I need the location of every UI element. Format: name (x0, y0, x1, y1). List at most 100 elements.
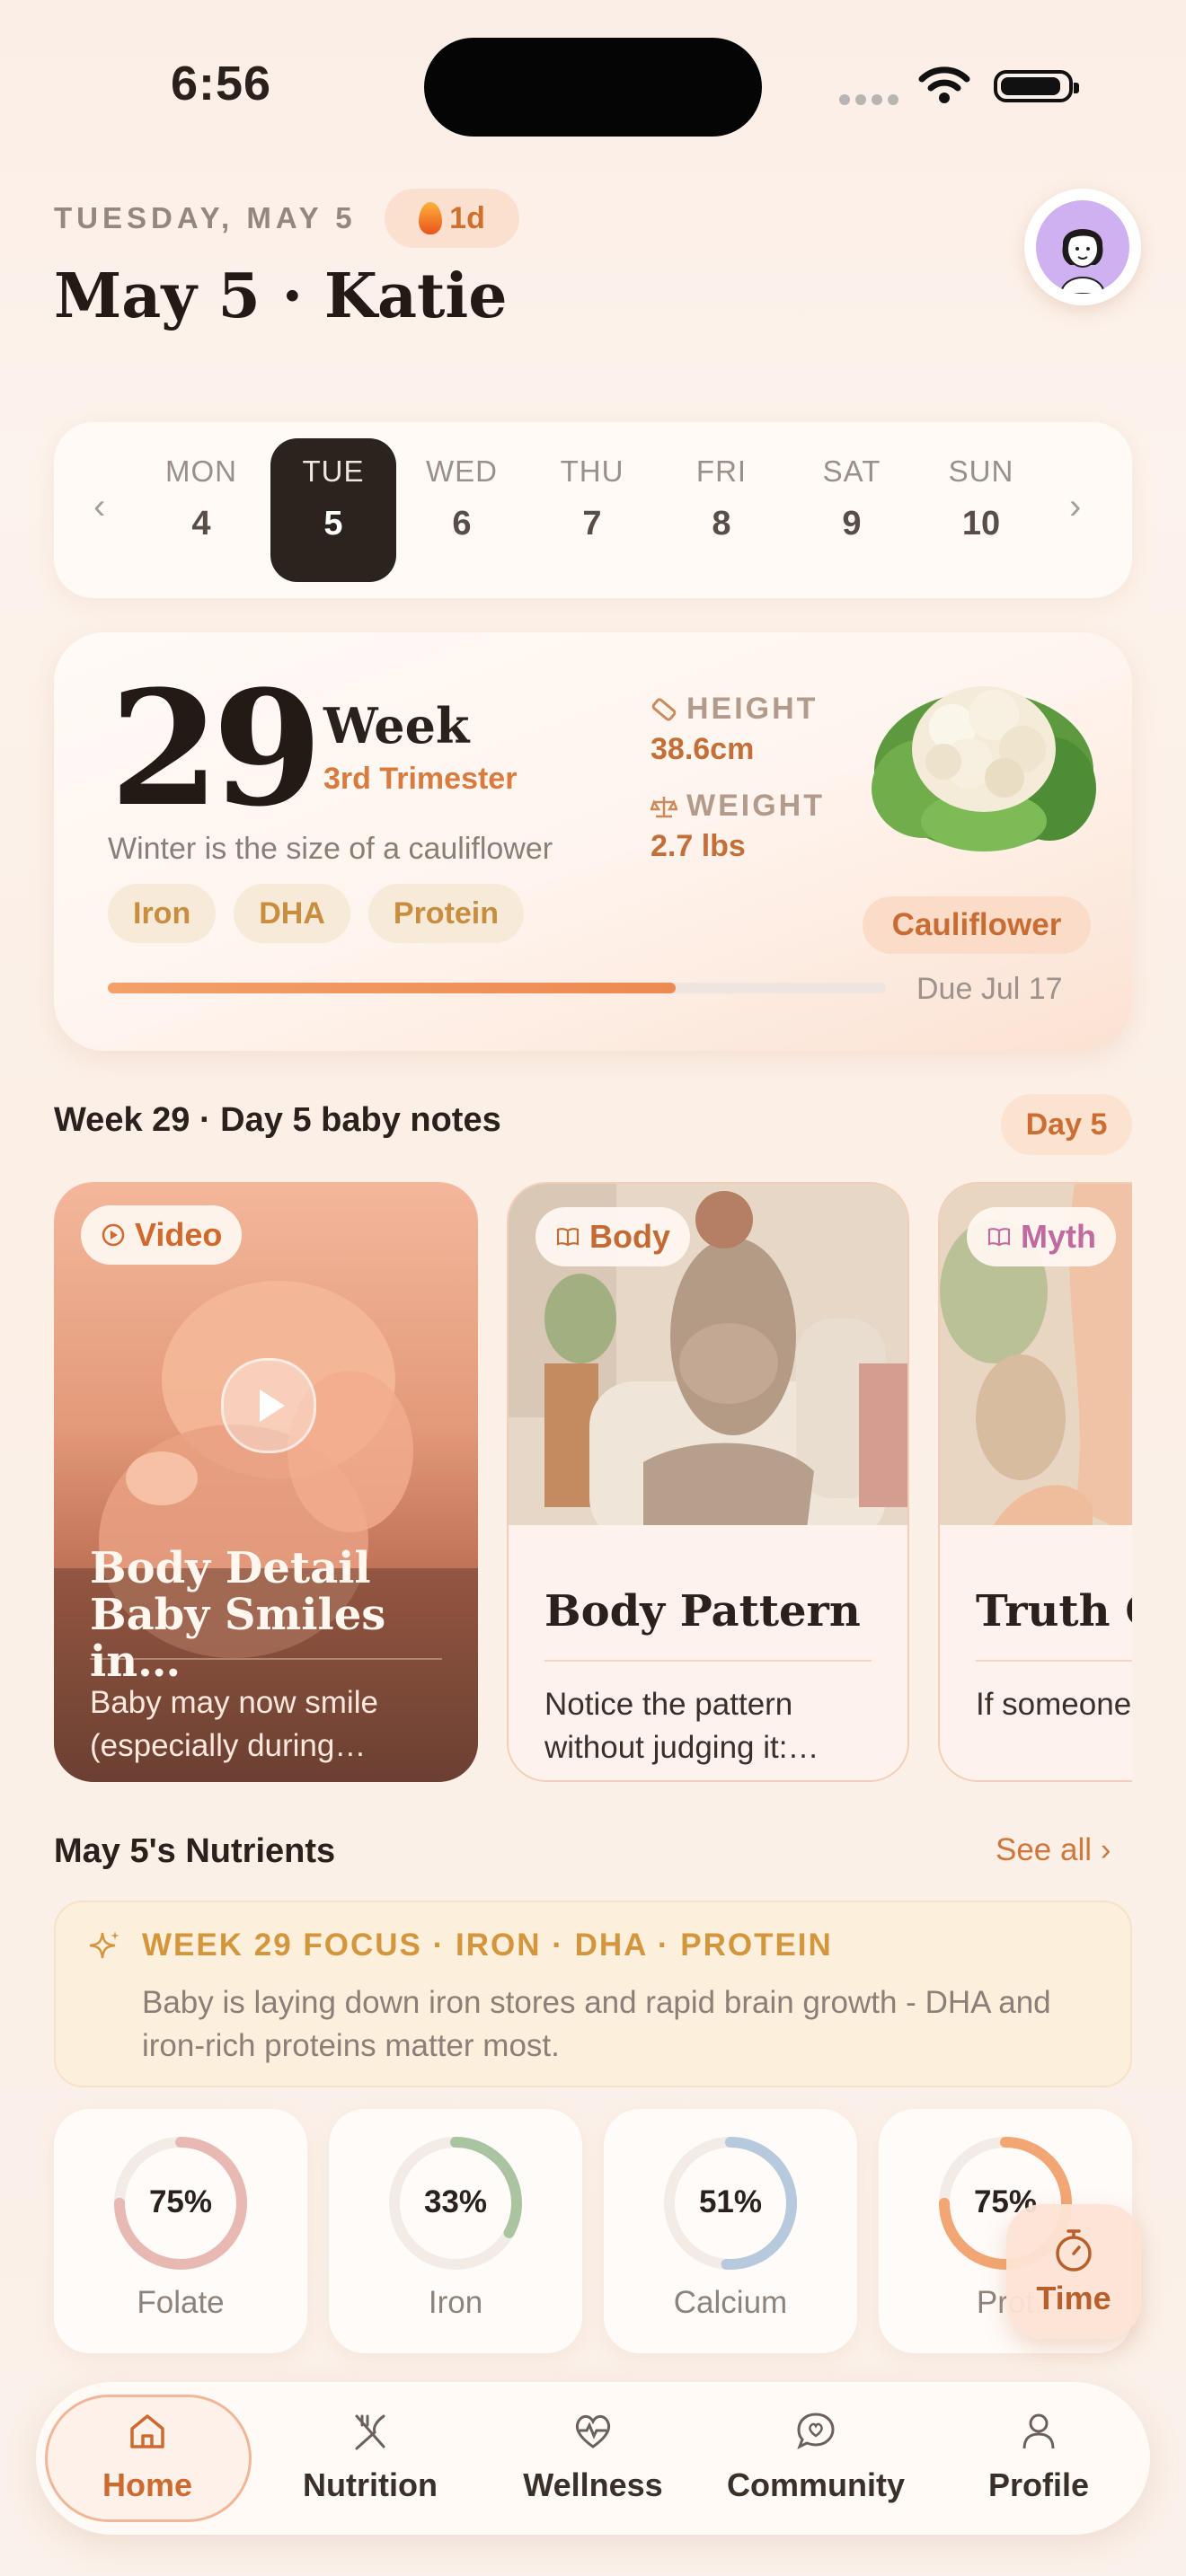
chevron-right-icon[interactable]: › (1069, 487, 1081, 527)
baby-notes-heading: Week 29 · Day 5 baby notes (54, 1101, 501, 1139)
status-time: 6:56 (171, 57, 272, 110)
home-icon (130, 2414, 164, 2448)
date-label: TUESDAY, MAY 5 (54, 201, 357, 234)
day-name: WED (426, 454, 498, 488)
note-title: Body Pattern (544, 1586, 861, 1636)
scale-icon (651, 796, 677, 817)
day-mon[interactable]: MON 4 (147, 454, 255, 543)
day-sun[interactable]: SUN 10 (927, 454, 1035, 543)
note-card-body[interactable]: Body Body Pattern Notice the pattern wit… (507, 1182, 909, 1782)
tag-label: Body (589, 1218, 670, 1255)
day-name: TUE (302, 454, 365, 488)
note-card-video[interactable]: Video Body Detail Baby Smiles in… Baby m… (54, 1182, 478, 1782)
book-icon (987, 1228, 1011, 1247)
tab-community[interactable]: Community (704, 2382, 927, 2535)
streak-badge[interactable]: 1d (385, 189, 519, 248)
day-sat[interactable]: SAT 9 (798, 454, 906, 543)
chevron-left-icon[interactable]: ‹ (93, 487, 105, 527)
day-name: THU (560, 454, 624, 488)
day-number: 4 (191, 505, 211, 543)
nutrient-label: Folate (137, 2285, 225, 2320)
nutrient-card-calcium[interactable]: 51% Calcium (604, 2109, 857, 2353)
heart-pulse-icon (575, 2414, 611, 2448)
tag-video: Video (81, 1205, 243, 1265)
chip-protein[interactable]: Protein (367, 884, 525, 943)
day-number: 7 (582, 505, 602, 543)
timer-label: Time (1036, 2280, 1111, 2316)
height-metric: HEIGHT 38.6cm (651, 692, 818, 767)
tab-wellness[interactable]: Wellness (482, 2382, 704, 2535)
tab-home[interactable]: Home (36, 2382, 259, 2535)
chip-iron[interactable]: Iron (108, 884, 217, 943)
divider (90, 1658, 442, 1660)
play-icon (260, 1389, 285, 1422)
see-all-link[interactable]: See all › (996, 1832, 1111, 1868)
divider (544, 1660, 872, 1662)
note-title: Body Detail Baby Smiles in… (90, 1543, 386, 1687)
see-all-label: See all (996, 1832, 1093, 1867)
tab-profile[interactable]: Profile (927, 2382, 1150, 2535)
chat-heart-icon (797, 2413, 835, 2450)
day-fri[interactable]: FRI 8 (668, 454, 775, 543)
tab-label: Community (727, 2466, 905, 2503)
chevron-right-icon: › (1100, 1832, 1111, 1867)
pregnancy-week-card[interactable]: 29 Week 3rd Trimester Winter is the size… (54, 632, 1132, 1051)
book-icon (556, 1228, 580, 1247)
note-text: Baby may now smile (especially during… (90, 1685, 378, 1763)
day-wed[interactable]: WED 6 (408, 454, 516, 543)
day-number: 10 (961, 505, 1001, 543)
play-circle-icon (102, 1223, 125, 1247)
day-name: SUN (948, 454, 1014, 488)
sparkle-icon (89, 1931, 119, 1959)
trimester-label: 3rd Trimester (323, 762, 518, 796)
height-value: 38.6cm (651, 732, 755, 766)
tab-bar: Home Nutrition Wellness Community Profil… (36, 2382, 1150, 2535)
day-pill[interactable]: Day 5 (1001, 1094, 1132, 1155)
day-name: FRI (695, 454, 748, 488)
wifi-icon (918, 66, 970, 103)
day-thu[interactable]: THU 7 (538, 454, 646, 543)
week-strip: ‹ MON 4 TUE 5 WED 6 THU 7 FRI 8 SAT 9 SU… (54, 422, 1132, 598)
day-number: 8 (712, 505, 731, 543)
nutrient-percent: 75% (148, 2184, 213, 2219)
chip-dha[interactable]: DHA (234, 884, 350, 943)
nutrient-label: Iron (428, 2285, 483, 2320)
pregnancy-progress (108, 983, 886, 993)
day-number: 5 (323, 505, 343, 543)
utensils-icon (355, 2414, 385, 2450)
avatar[interactable] (1024, 189, 1141, 305)
timer-button[interactable]: Time (1006, 2204, 1141, 2339)
fruit-badge[interactable]: Cauliflower (863, 896, 1091, 954)
tab-nutrition[interactable]: Nutrition (259, 2382, 482, 2535)
week-number: 29 (110, 656, 323, 842)
note-text: Notice the pattern without judging it:… (544, 1687, 819, 1765)
day-name: SAT (822, 454, 881, 488)
day-name: MON (165, 454, 237, 488)
nutrient-card-folate[interactable]: 75% Folate (54, 2109, 307, 2353)
cauliflower-illustration (872, 686, 1096, 851)
ruler-icon (651, 697, 677, 721)
divider (976, 1660, 1132, 1662)
play-button[interactable] (221, 1358, 316, 1453)
stopwatch-icon (1056, 2229, 1092, 2272)
weight-label: WEIGHT (686, 789, 825, 823)
nutrient-percent: 33% (423, 2184, 488, 2219)
tab-label: Wellness (523, 2466, 663, 2503)
streak-count: 1d (449, 200, 485, 235)
nutrient-card-iron[interactable]: 33% Iron (329, 2109, 582, 2353)
flame-icon (419, 202, 443, 234)
card-body (940, 1525, 1132, 1780)
baby-notes-carousel[interactable]: Video Body Detail Baby Smiles in… Baby m… (54, 1182, 1132, 1784)
day-tue-selected[interactable]: TUE 5 (270, 438, 396, 582)
avatar-illustration (1059, 229, 1106, 294)
note-card-myth[interactable]: Myth Truth C If someone the myth, t (938, 1182, 1132, 1782)
signal-icon (839, 93, 904, 110)
week-label: Week (323, 697, 470, 754)
note-title: Truth C (976, 1586, 1132, 1636)
page-title: May 5 · Katie (54, 260, 508, 332)
tag-label: Myth (1021, 1218, 1096, 1255)
tab-label: Profile (987, 2466, 1090, 2503)
weight-value: 2.7 lbs (651, 829, 746, 863)
day-number: 9 (842, 505, 862, 543)
focus-chips: Iron DHA Protein (108, 884, 525, 943)
